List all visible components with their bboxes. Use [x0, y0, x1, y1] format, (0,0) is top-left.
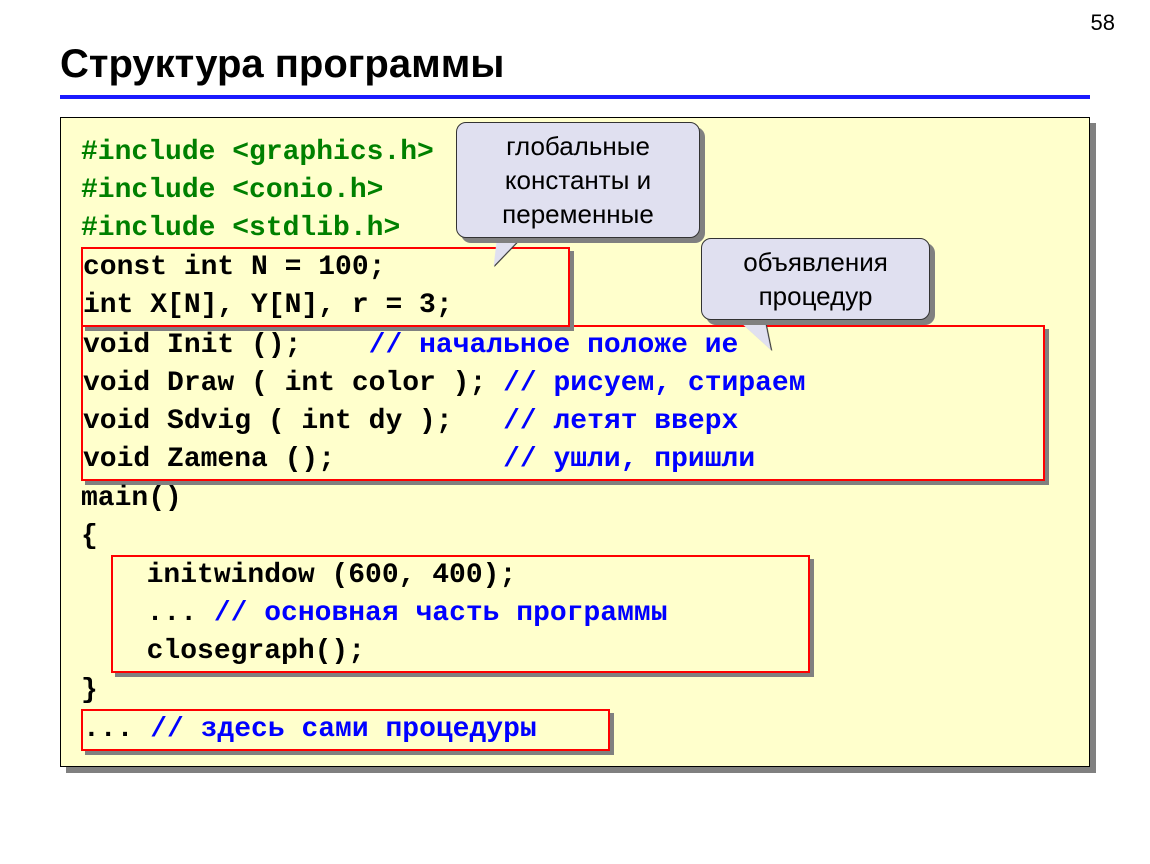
- proc-1-sig: void Init ();: [83, 330, 369, 361]
- proc-line-2: void Draw ( int color ); // рисуем, стир…: [83, 365, 1043, 403]
- proc-1-comment: // начальное положе ие: [369, 330, 739, 361]
- main-line-2: {: [81, 518, 1069, 556]
- footer-code: ...: [83, 714, 150, 745]
- footer-comment: // здесь сами процедуры: [150, 714, 536, 745]
- body-line-2: ... // основная часть программы: [113, 595, 808, 633]
- proc-2-comment: // рисуем, стираем: [503, 368, 805, 399]
- proc-line-1: void Init (); // начальное положе ие: [83, 327, 1043, 365]
- procedures-box: void Init (); // начальное положе ие voi…: [81, 325, 1045, 481]
- main-line-4: }: [81, 672, 1069, 710]
- footer-box: ... // здесь сами процедуры: [81, 709, 610, 751]
- proc-line-3: void Sdvig ( int dy ); // летят вверх: [83, 403, 1043, 441]
- proc-4-comment: // ушли, пришли: [503, 444, 755, 475]
- proc-4-sig: void Zamena ();: [83, 444, 503, 475]
- body-2-comment: // основная часть программы: [214, 598, 668, 629]
- main-body-box: initwindow (600, 400); ... // основная ч…: [111, 555, 810, 673]
- main-line-1: main(): [81, 480, 1069, 518]
- body-line-3: closegraph();: [113, 633, 808, 671]
- body-2-code: ...: [113, 598, 214, 629]
- code-panel: #include <graphics.h> #include <conio.h>…: [60, 117, 1090, 767]
- slide-title: Структура программы: [60, 42, 1090, 87]
- proc-3-sig: void Sdvig ( int dy );: [83, 406, 503, 437]
- slide: 58 Структура программы #include <graphic…: [0, 0, 1150, 864]
- callout-procedures: объявления процедур: [701, 238, 930, 320]
- body-line-1: initwindow (600, 400);: [113, 557, 808, 595]
- title-underline: [60, 95, 1090, 99]
- page-number: 58: [1091, 10, 1115, 36]
- globals-line-2: int X[N], Y[N], r = 3;: [83, 287, 568, 325]
- footer-line: ... // здесь сами процедуры: [83, 711, 608, 749]
- proc-3-comment: // летят вверх: [503, 406, 738, 437]
- callout-globals: глобальные константы и переменные: [456, 122, 700, 238]
- proc-2-sig: void Draw ( int color );: [83, 368, 503, 399]
- proc-line-4: void Zamena (); // ушли, пришли: [83, 441, 1043, 479]
